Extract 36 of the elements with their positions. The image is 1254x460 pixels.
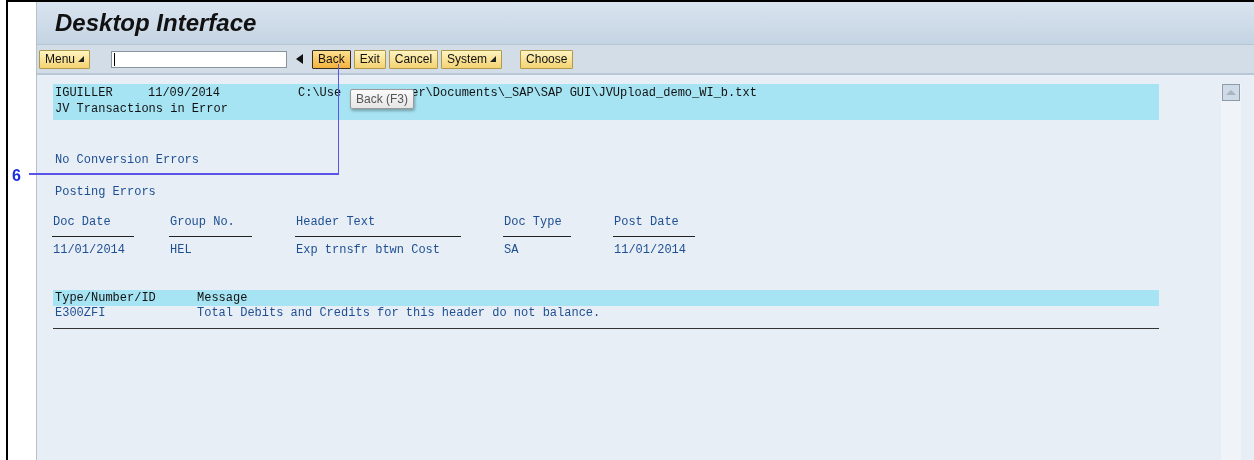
caret-icon [78, 56, 85, 62]
report-date: 11/09/2014 [148, 86, 221, 102]
column-header: Post Date [614, 215, 714, 237]
table-cell-text: SA [504, 242, 520, 257]
table-cell-text: E300ZFI [55, 306, 107, 320]
column-header: Message [197, 291, 249, 305]
left-arrow-icon[interactable] [296, 54, 304, 64]
table-cell-text: 11/01/2014 [614, 242, 687, 257]
report-title: JV Transactions in Error [55, 102, 228, 118]
table-cell-text: Exp trnsfr btwn Cost [296, 242, 442, 257]
column-header: Header Text [296, 215, 504, 237]
user-name: IGUILLER [55, 86, 114, 102]
window-title: Desktop Interface [55, 9, 257, 37]
tooltip: Back (F3) [350, 89, 414, 109]
status-text: No Conversion Errors [54, 153, 201, 167]
toolbar-button[interactable]: System [441, 49, 503, 69]
toolbar-button[interactable]: Menu [39, 49, 91, 69]
column-header: Doc Type [504, 215, 614, 237]
caret-icon [490, 56, 497, 62]
toolbar-button[interactable]: Cancel [388, 49, 439, 69]
column-header: Doc Date [53, 215, 170, 237]
file-path: er\Documents\_SAP\SAP GUI\JVUpload_demo_WI_b.txt [411, 86, 757, 102]
scrollbar[interactable] [1221, 84, 1241, 460]
up-arrow-icon [1226, 90, 1236, 95]
section-title: Posting Errors [54, 185, 157, 199]
column-header: Group No. [170, 215, 296, 237]
toolbar-button[interactable]: Choose [520, 49, 574, 69]
scroll-up-button[interactable] [1222, 84, 1240, 101]
callout-number: 6 [12, 167, 21, 185]
column-header: Type/Number/ID [55, 291, 157, 305]
table-cell-text: 11/01/2014 [53, 242, 126, 257]
table-cell-text: Total Debits and Credits for this header do not balance. [197, 306, 602, 320]
toolbar-button[interactable]: Exit [353, 49, 386, 69]
toolbar-button[interactable]: Back [312, 49, 351, 69]
command-field[interactable] [111, 50, 288, 68]
table-cell-text: HEL [170, 242, 193, 257]
